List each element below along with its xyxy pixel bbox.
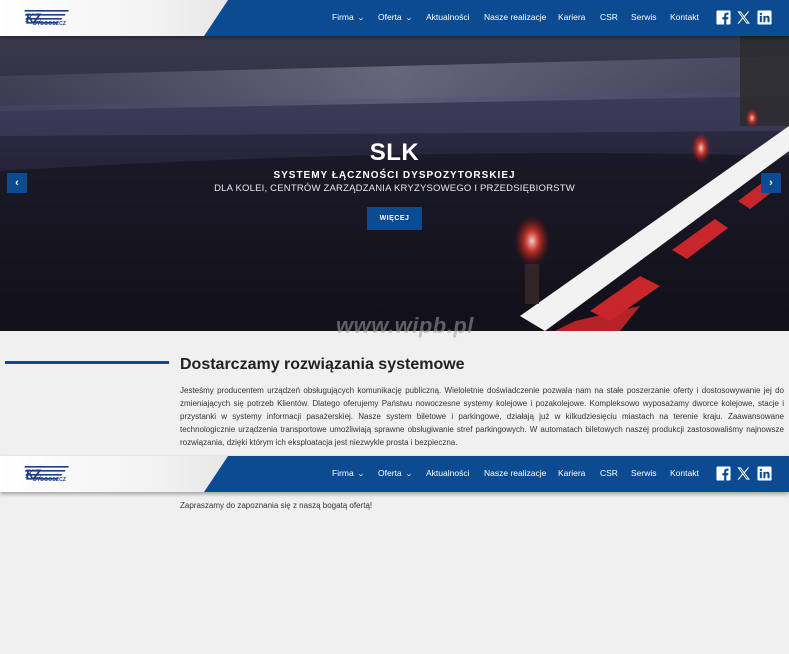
linkedin-icon[interactable] [757,466,772,481]
nav-item-label: Oferta [378,468,402,478]
nav-item-nasze-realizacje[interactable]: Nasze realizacje [484,468,546,478]
nav-item-oferta[interactable]: Oferta ⌄ [378,12,412,22]
nav-item-label: CSR [600,468,618,478]
nav-item-label: Nasze realizacje [484,12,547,22]
nav-item-kontakt[interactable]: Kontakt [670,468,699,478]
site-header: KZ BYDGOSZCZ Firma ⌄ Oferta ⌄ Aktualności Nas… [0,0,789,36]
slider-prev-arrow[interactable]: ‹ [7,173,27,193]
nav-item-label: Aktualności [426,12,470,22]
nav-item-label: Kontakt [670,468,699,478]
chevron-down-icon: ⌄ [404,15,413,22]
nav-item-aktualności[interactable]: Aktualności [426,468,469,478]
watermark: www.wipb.pl [336,313,474,338]
nav-item-label: Aktualności [426,468,470,478]
hero-subtitle-secondary: DLA KOLEI, CENTRÓW ZARZĄDZANIA KRYZYSOWE… [214,183,575,194]
nav-item-label: Kariera [558,468,586,478]
facebook-icon[interactable] [716,466,731,481]
nav-item-label: Serwis [631,468,657,478]
hero-more-button[interactable]: WIĘCEJ [367,207,422,230]
nav-item-label: Firma [332,12,354,22]
hero-title: SLK [369,139,420,166]
nav-item-label: Serwis [631,12,657,22]
hero-slider: SLK SYSTEMY ŁĄCZNOŚCI DYSPOZYTORSKIEJ DL… [0,36,789,331]
nav-item-serwis[interactable]: Serwis [631,468,657,478]
chevron-down-icon: ⌄ [404,471,413,478]
hero-subtitle: SYSTEMY ŁĄCZNOŚCI DYSPOZYTORSKIEJ [273,170,516,181]
nav-item-csr[interactable]: CSR [600,468,618,478]
section-heading: Dostarczamy rozwiązania systemowe [180,356,465,373]
section-paragraph-invite: Zapraszamy do zapoznania się z naszą bog… [180,501,373,510]
section-paragraph: Jesteśmy producentem urządzeń obsługując… [180,386,784,447]
nav-item-label: Nasze realizacje [484,468,547,478]
nav-item-firma[interactable]: Firma ⌄ [332,12,364,22]
page: SLK SYSTEMY ŁĄCZNOŚCI DYSPOZYTORSKIEJ DL… [0,0,789,654]
nav-item-label: Firma [332,468,354,478]
chevron-down-icon: ⌄ [356,471,365,478]
section-accent-line [5,361,169,364]
x-twitter-icon[interactable] [736,466,751,481]
chevron-down-icon: ⌄ [356,15,365,22]
linkedin-icon[interactable] [757,10,772,25]
logo-city: BYDGOSZCZ [33,477,67,483]
nav-item-serwis[interactable]: Serwis [631,12,657,22]
nav-item-label: Oferta [378,12,402,22]
nav-item-label: CSR [600,12,618,22]
nav-item-oferta[interactable]: Oferta ⌄ [378,468,412,478]
facebook-icon[interactable] [716,10,731,25]
slider-next-arrow[interactable]: › [761,173,781,193]
nav-item-label: Kariera [558,12,586,22]
nav-item-nasze-realizacje[interactable]: Nasze realizacje [484,12,546,22]
logo-city: BYDGOSZCZ [33,21,67,27]
x-twitter-icon[interactable] [736,10,751,25]
site-header-sticky: KZ BYDGOSZCZ Firma ⌄ Oferta ⌄ Aktualności Nas… [0,456,789,492]
nav-item-label: Kontakt [670,12,699,22]
nav-item-kariera[interactable]: Kariera [558,12,585,22]
nav-item-firma[interactable]: Firma ⌄ [332,468,364,478]
nav-item-aktualności[interactable]: Aktualności [426,12,469,22]
nav-item-kariera[interactable]: Kariera [558,468,585,478]
nav-item-kontakt[interactable]: Kontakt [670,12,699,22]
nav-item-csr[interactable]: CSR [600,12,618,22]
